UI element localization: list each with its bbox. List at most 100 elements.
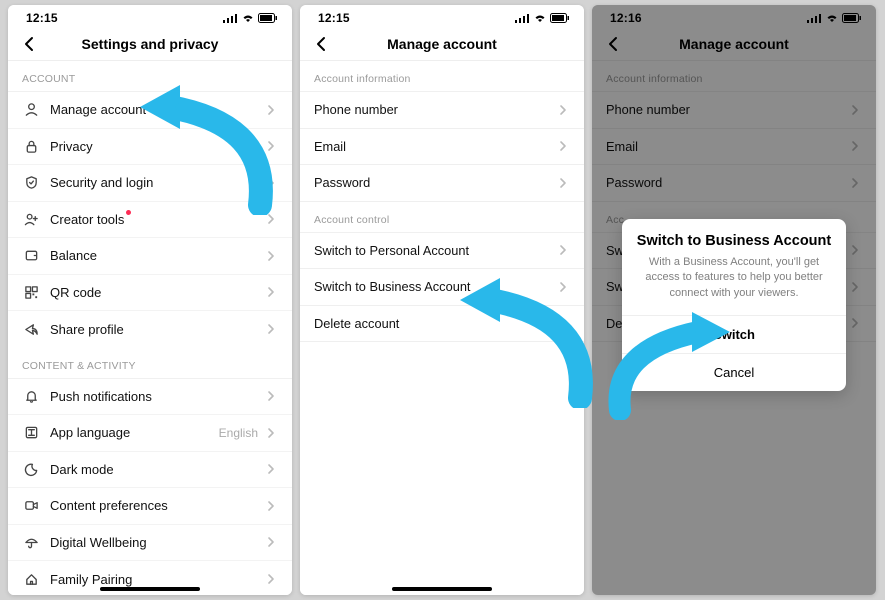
list-item-label: Delete account <box>314 316 556 331</box>
user-plus-icon <box>22 212 40 227</box>
qr-icon <box>22 285 40 300</box>
home-indicator <box>100 587 200 591</box>
chevron-right-icon <box>264 500 278 512</box>
list-item[interactable]: Balance <box>8 238 292 275</box>
chevron-right-icon <box>264 390 278 402</box>
chevron-left-icon <box>23 36 35 52</box>
list-item-label: App language <box>50 425 219 440</box>
list-item[interactable]: Security and login <box>8 165 292 202</box>
chevron-right-icon <box>556 140 570 152</box>
screen-modal: 12:16 Manage account Account information… <box>592 5 876 595</box>
chevron-right-icon <box>264 104 278 116</box>
list-item-label: Creator tools <box>50 212 264 227</box>
status-icons <box>515 13 570 23</box>
user-icon <box>22 102 40 117</box>
video-icon <box>22 498 40 513</box>
umbrella-icon <box>22 535 40 550</box>
chevron-right-icon <box>556 281 570 293</box>
page-title: Manage account <box>300 36 584 52</box>
back-button[interactable] <box>602 33 624 55</box>
list-item-label: QR code <box>50 285 264 300</box>
chevron-right-icon <box>264 323 278 335</box>
lang-icon <box>22 425 40 440</box>
chevron-right-icon <box>264 463 278 475</box>
list-item[interactable]: Dark mode <box>8 452 292 489</box>
chevron-right-icon <box>264 286 278 298</box>
list-item-label: Password <box>314 175 556 190</box>
chevron-right-icon <box>556 244 570 256</box>
modal-cancel-button[interactable]: Cancel <box>622 353 846 391</box>
section-header-account: ACCOUNT <box>8 61 292 91</box>
signal-icon <box>223 13 238 23</box>
list-item[interactable]: App languageEnglish <box>8 415 292 452</box>
modal-title: Switch to Business Account <box>622 219 846 255</box>
list-item-label: Dark mode <box>50 462 264 477</box>
status-time: 12:15 <box>26 11 58 25</box>
section-header-info: Account information <box>300 61 584 91</box>
modal-switch-button[interactable]: Switch <box>622 315 846 353</box>
list-item-label: Family Pairing <box>50 572 264 587</box>
battery-icon <box>550 13 570 23</box>
list-item[interactable]: Password <box>300 165 584 202</box>
bell-icon <box>22 389 40 404</box>
chevron-right-icon <box>264 573 278 585</box>
list-item-value: English <box>219 426 258 440</box>
wallet-icon <box>22 248 40 263</box>
screen-settings: 12:15 Settings and privacy ACCOUNT Manag… <box>8 5 292 595</box>
chevron-left-icon <box>607 36 619 52</box>
list-item-label: Switch to Business Account <box>314 279 556 294</box>
chevron-right-icon <box>264 140 278 152</box>
list-item[interactable]: Manage account <box>8 92 292 129</box>
list-item-label: Content preferences <box>50 498 264 513</box>
list-item[interactable]: Share profile <box>8 311 292 348</box>
chevron-right-icon <box>264 213 278 225</box>
back-button[interactable] <box>18 33 40 55</box>
moon-icon <box>22 462 40 477</box>
list-item[interactable]: Privacy <box>8 129 292 166</box>
list-item-label: Switch to Personal Account <box>314 243 556 258</box>
list-item-label: Security and login <box>50 175 264 190</box>
list-item[interactable]: Delete account <box>300 306 584 343</box>
status-bar: 12:15 <box>8 5 292 27</box>
signal-icon <box>515 13 530 23</box>
share-icon <box>22 322 40 337</box>
list-item[interactable]: QR code <box>8 275 292 312</box>
wifi-icon <box>241 13 255 23</box>
section-header-control: Account control <box>300 202 584 232</box>
list-item-label: Phone number <box>314 102 556 117</box>
status-icons <box>223 13 278 23</box>
section-header-content: CONTENT & ACTIVITY <box>8 348 292 378</box>
screen-manage-account: 12:15 Manage account Account information… <box>300 5 584 595</box>
wifi-icon <box>533 13 547 23</box>
status-bar: 12:15 <box>300 5 584 27</box>
chevron-right-icon <box>264 427 278 439</box>
confirm-modal: Switch to Business Account With a Busine… <box>622 219 846 391</box>
list-item-label: Push notifications <box>50 389 264 404</box>
shield-icon <box>22 175 40 190</box>
list-item[interactable]: Digital Wellbeing <box>8 525 292 562</box>
list-item[interactable]: Push notifications <box>8 379 292 416</box>
chevron-right-icon <box>556 104 570 116</box>
list-item[interactable]: Switch to Personal Account <box>300 233 584 270</box>
list-item[interactable]: Switch to Business Account <box>300 269 584 306</box>
back-button[interactable] <box>310 33 332 55</box>
list-item-label: Manage account <box>50 102 264 117</box>
chevron-right-icon <box>264 177 278 189</box>
list-item[interactable]: Creator tools <box>8 202 292 239</box>
lock-icon <box>22 139 40 154</box>
list-item[interactable]: Phone number <box>300 92 584 129</box>
list-item[interactable]: Content preferences <box>8 488 292 525</box>
list-item[interactable]: Email <box>300 129 584 166</box>
list-item-label: Share profile <box>50 322 264 337</box>
list-item-label: Privacy <box>50 139 264 154</box>
status-time: 12:15 <box>318 11 350 25</box>
chevron-left-icon <box>315 36 327 52</box>
chevron-right-icon <box>264 536 278 548</box>
header: Settings and privacy <box>8 27 292 61</box>
battery-icon <box>258 13 278 23</box>
header: Manage account <box>300 27 584 61</box>
list-item-label: Email <box>314 139 556 154</box>
list-item-label: Digital Wellbeing <box>50 535 264 550</box>
list-item-label: Balance <box>50 248 264 263</box>
chevron-right-icon <box>264 250 278 262</box>
